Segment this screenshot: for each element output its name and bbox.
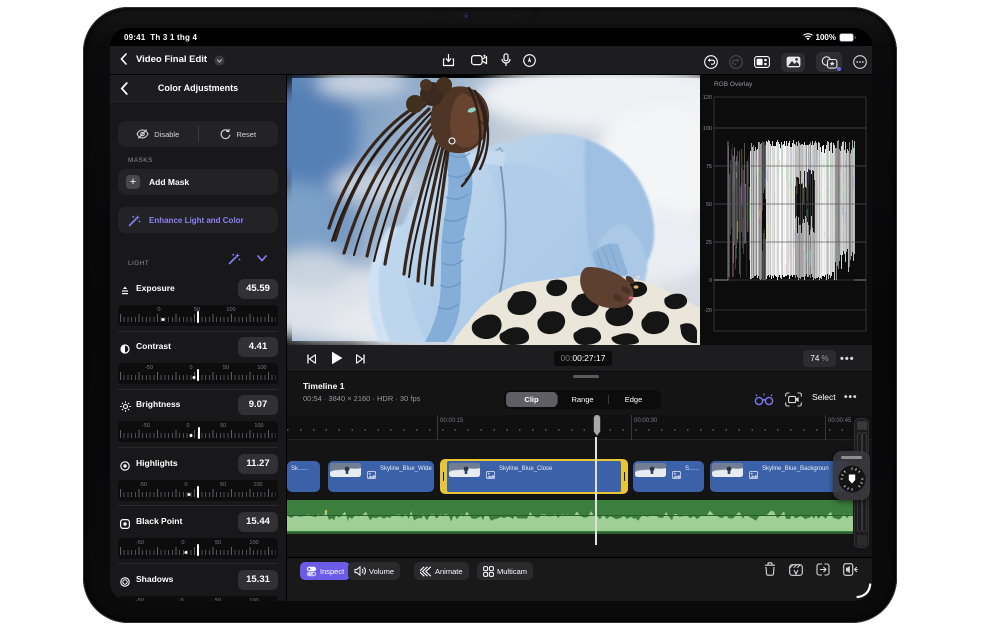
svg-text:-20: -20 (704, 308, 712, 314)
svg-text:RGB Overlay: RGB Overlay (714, 81, 753, 88)
svg-text:100: 100 (703, 126, 712, 132)
svg-text:120: 120 (703, 95, 712, 101)
svg-text:50: 50 (706, 202, 712, 208)
svg-text:0: 0 (709, 278, 712, 284)
svg-text:75: 75 (706, 164, 712, 170)
svg-text:25: 25 (706, 240, 712, 246)
